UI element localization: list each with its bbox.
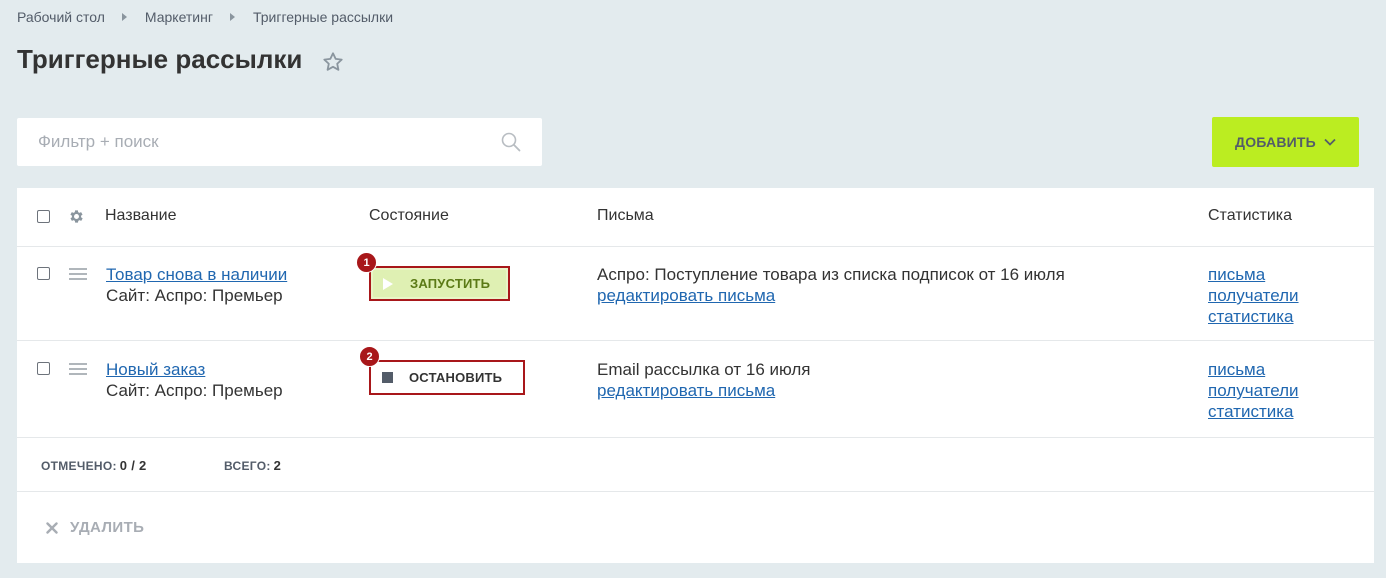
column-header-statistics[interactable]: Статистика	[1208, 207, 1292, 225]
letter-title: Аспро: Поступление товара из списка подп…	[597, 265, 1065, 284]
drag-handle-icon[interactable]	[69, 268, 87, 283]
stats-recipients-link[interactable]: получатели	[1208, 381, 1299, 401]
selected-count: ОТМЕЧЕНО: 0 / 2	[41, 458, 147, 473]
total-count: ВСЕГО: 2	[224, 458, 282, 473]
delete-button-label: УДАЛИТЬ	[70, 519, 145, 536]
page-title: Триггерные рассылки	[17, 44, 303, 74]
breadcrumb-separator-icon	[229, 13, 235, 21]
stats-statistics-link[interactable]: статистика	[1208, 402, 1294, 422]
breadcrumb-desktop[interactable]: Рабочий стол	[17, 9, 105, 25]
stats-recipients-link[interactable]: получатели	[1208, 286, 1299, 306]
edit-letters-link[interactable]: редактировать письма	[597, 381, 775, 401]
drag-handle-icon[interactable]	[69, 363, 87, 378]
column-header-letters[interactable]: Письма	[597, 207, 654, 225]
letter-title: Email рассылка от 16 июля	[597, 360, 811, 379]
stats-statistics-link[interactable]: статистика	[1208, 307, 1294, 327]
column-header-state[interactable]: Состояние	[369, 207, 449, 225]
breadcrumb-trigger-mailings[interactable]: Триггерные рассылки	[253, 9, 393, 25]
search-box	[17, 118, 542, 166]
chevron-down-icon	[1324, 138, 1336, 146]
row-checkbox[interactable]	[37, 267, 50, 280]
row-checkbox[interactable]	[37, 362, 50, 375]
close-icon	[46, 521, 58, 534]
table-row: Новый заказ Сайт: Аспро: Премьер 2 ОСТАН…	[17, 341, 1374, 438]
edit-letters-link[interactable]: редактировать письма	[597, 286, 775, 306]
delete-button[interactable]: УДАЛИТЬ	[46, 519, 144, 536]
mailings-table: Название Состояние Письма Статистика Тов…	[17, 188, 1374, 563]
search-input[interactable]	[38, 118, 478, 166]
mailing-name-link[interactable]: Товар снова в наличии	[106, 265, 287, 285]
add-button[interactable]: ДОБАВИТЬ	[1212, 117, 1359, 167]
table-row: Товар снова в наличии Сайт: Аспро: Премь…	[17, 246, 1374, 341]
table-footer: ОТМЕЧЕНО: 0 / 2 ВСЕГО: 2	[17, 438, 1374, 492]
stats-letters-link[interactable]: письма	[1208, 265, 1265, 285]
stop-button[interactable]: ОСТАНОВИТЬ	[369, 360, 525, 395]
mailing-site: Сайт: Аспро: Премьер	[106, 286, 283, 305]
gear-icon[interactable]	[68, 208, 85, 225]
annotation-badge: 1	[356, 252, 377, 273]
stop-button-label: ОСТАНОВИТЬ	[409, 370, 503, 385]
action-panel: УДАЛИТЬ	[17, 492, 1374, 563]
start-button-label: ЗАПУСТИТЬ	[410, 276, 491, 291]
select-all-checkbox[interactable]	[37, 210, 50, 223]
breadcrumb-separator-icon	[121, 13, 127, 21]
mailing-name-link[interactable]: Новый заказ	[106, 360, 205, 380]
add-button-label: ДОБАВИТЬ	[1235, 134, 1316, 150]
search-icon[interactable]	[501, 132, 521, 152]
start-button[interactable]: ЗАПУСТИТЬ	[369, 266, 510, 301]
breadcrumb-marketing[interactable]: Маркетинг	[145, 9, 213, 25]
table-header: Название Состояние Письма Статистика	[17, 188, 1374, 247]
stop-icon	[382, 372, 393, 383]
column-header-name[interactable]: Название	[105, 207, 177, 225]
stats-letters-link[interactable]: письма	[1208, 360, 1265, 380]
star-icon[interactable]	[322, 51, 344, 73]
title-row: Триггерные рассылки	[17, 44, 344, 75]
breadcrumb: Рабочий стол Маркетинг Триггерные рассыл…	[17, 9, 393, 25]
play-icon	[383, 277, 393, 290]
annotation-badge: 2	[359, 346, 380, 367]
mailing-site: Сайт: Аспро: Премьер	[106, 381, 283, 400]
